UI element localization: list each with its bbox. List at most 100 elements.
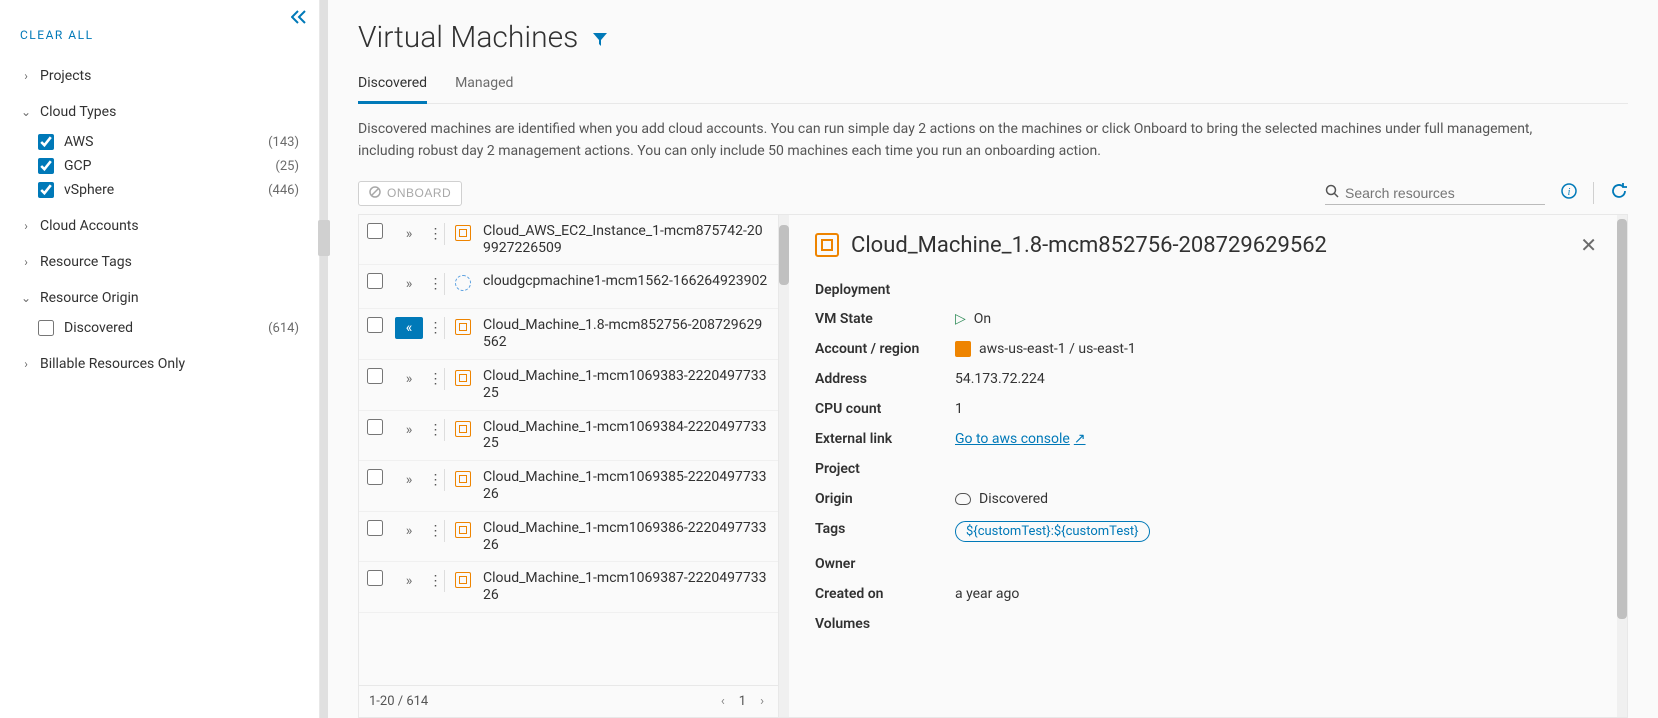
row-checkbox[interactable] <box>367 317 383 333</box>
origin-value: Discovered <box>979 491 1048 507</box>
tab-discovered[interactable]: Discovered <box>358 67 427 104</box>
aws-icon <box>955 341 971 357</box>
row-label: Cloud_Machine_1.8-mcm852756-208729629562 <box>475 317 770 351</box>
filter-item: GCP(25) <box>38 154 299 178</box>
vm-icon <box>455 471 471 487</box>
filter-group-header[interactable]: ›Cloud Accounts <box>20 214 299 238</box>
tag-pill[interactable]: ${customTest}:${customTest} <box>955 521 1150 542</box>
project-label: Project <box>815 461 955 477</box>
row-menu-icon[interactable]: ⋮ <box>427 368 445 390</box>
filter-group-label: Resource Origin <box>40 290 139 306</box>
expand-row-icon[interactable]: » <box>395 419 423 441</box>
ext-link-label: External link <box>815 431 955 447</box>
filter-group-header[interactable]: ›Projects <box>20 64 299 88</box>
onboard-label: ONBOARD <box>387 186 451 200</box>
filter-icon[interactable] <box>592 31 608 51</box>
tab-managed[interactable]: Managed <box>455 67 513 103</box>
detail-scrollbar[interactable] <box>1617 215 1627 717</box>
filter-group-header[interactable]: ›Billable Resources Only <box>20 352 299 376</box>
created-value: a year ago <box>955 586 1019 602</box>
row-menu-icon[interactable]: ⋮ <box>427 317 445 339</box>
filter-group-label: Resource Tags <box>40 254 132 270</box>
row-checkbox[interactable] <box>367 520 383 536</box>
table-row[interactable]: »⋮Cloud_Machine_1-mcm1069383-22204977332… <box>359 360 778 411</box>
row-checkbox[interactable] <box>367 273 383 289</box>
expand-row-icon[interactable]: » <box>395 570 423 592</box>
row-checkbox[interactable] <box>367 469 383 485</box>
filter-item-label: GCP <box>64 158 91 174</box>
vm-icon <box>455 572 471 588</box>
expand-row-icon[interactable]: » <box>395 273 423 295</box>
collapse-sidebar-icon[interactable] <box>291 10 307 28</box>
table-scrollbar[interactable] <box>779 215 789 717</box>
search-input[interactable] <box>1345 185 1545 201</box>
main-content: Virtual Machines DiscoveredManaged Disco… <box>328 0 1658 718</box>
search-icon <box>1325 184 1339 202</box>
filter-checkbox[interactable] <box>38 320 54 336</box>
row-checkbox[interactable] <box>367 570 383 586</box>
tags-label: Tags <box>815 521 955 542</box>
pager: 1-20 / 614 ‹ 1 › <box>359 685 778 717</box>
splitter-handle[interactable] <box>318 220 330 256</box>
filter-checkbox[interactable] <box>38 134 54 150</box>
created-label: Created on <box>815 586 955 602</box>
pager-prev-icon[interactable]: ‹ <box>717 692 729 711</box>
search-input-wrap <box>1325 182 1545 205</box>
table-row[interactable]: »⋮Cloud_Machine_1-mcm1069386-22204977332… <box>359 512 778 563</box>
row-menu-icon[interactable]: ⋮ <box>427 469 445 491</box>
chevron-right-icon: › <box>20 357 32 371</box>
filter-item-count: (614) <box>268 321 299 336</box>
filter-group-label: Cloud Types <box>40 104 116 120</box>
chevron-down-icon: ⌄ <box>20 105 32 119</box>
ext-link[interactable]: Go to aws console↗ <box>955 431 1086 447</box>
expand-row-icon[interactable]: » <box>395 223 423 245</box>
table-row[interactable]: »⋮Cloud_Machine_1-mcm1069384-22204977332… <box>359 411 778 462</box>
chevron-right-icon: › <box>20 219 32 233</box>
filter-checkbox[interactable] <box>38 158 54 174</box>
filter-group-header[interactable]: ›Resource Tags <box>20 250 299 274</box>
filter-item-count: (143) <box>268 135 299 150</box>
play-icon: ▷ <box>955 311 966 327</box>
row-checkbox[interactable] <box>367 223 383 239</box>
expand-row-icon[interactable]: » <box>395 520 423 542</box>
table-row[interactable]: »⋮ Cloud_Machine_1-mcm1069385-22204977332… <box>359 461 778 512</box>
table-row[interactable]: »⋮cloudgcpmachine1-mcm1562-166264923902 <box>359 265 778 309</box>
filter-group-header[interactable]: ⌄ Cloud Types <box>20 100 299 124</box>
row-menu-icon[interactable]: ⋮ <box>427 520 445 542</box>
reload-icon[interactable] <box>1610 182 1628 204</box>
row-label: Cloud_AWS_EC2_Instance_1-mcm875742-20992… <box>475 223 770 257</box>
pager-next-icon[interactable]: › <box>756 692 768 711</box>
table-row[interactable]: »⋮ Cloud_Machine_1-mcm1069387-22204977332… <box>359 562 778 613</box>
table-row[interactable]: «⋮ Cloud_Machine_1.8-mcm852756-2087296295… <box>359 309 778 360</box>
row-checkbox[interactable] <box>367 419 383 435</box>
row-label: Cloud_Machine_1-mcm1069385-222049773326 <box>475 469 770 503</box>
row-menu-icon[interactable]: ⋮ <box>427 570 445 592</box>
machines-table: »⋮Cloud_AWS_EC2_Instance_1-mcm875742-209… <box>359 215 779 717</box>
row-label: Cloud_Machine_1-mcm1069387-222049773326 <box>475 570 770 604</box>
collapse-row-icon[interactable]: « <box>395 317 423 339</box>
vm-icon <box>815 233 839 257</box>
row-menu-icon[interactable]: ⋮ <box>427 223 445 245</box>
svg-text:i: i <box>1568 187 1571 198</box>
expand-row-icon[interactable]: » <box>395 368 423 390</box>
clear-all-button[interactable]: CLEAR ALL <box>20 12 299 52</box>
external-link-icon: ↗ <box>1074 431 1086 447</box>
expand-row-icon[interactable]: » <box>395 469 423 491</box>
onboard-button[interactable]: ONBOARD <box>358 181 462 206</box>
account-value: aws-us-east-1 / us-east-1 <box>979 341 1136 357</box>
ext-link-text: Go to aws console <box>955 431 1070 447</box>
row-menu-icon[interactable]: ⋮ <box>427 419 445 441</box>
address-value: 54.173.72.224 <box>955 371 1045 387</box>
splitter[interactable] <box>320 0 328 718</box>
filter-checkbox[interactable] <box>38 182 54 198</box>
filter-group-header[interactable]: ⌄ Resource Origin <box>20 286 299 310</box>
table-row[interactable]: »⋮ Cloud_AWS_EC2_Instance_1-mcm875742-209… <box>359 215 778 266</box>
cpu-value: 1 <box>955 401 963 417</box>
row-checkbox[interactable] <box>367 368 383 384</box>
info-icon[interactable]: i <box>1561 183 1577 203</box>
chevron-down-icon: ⌄ <box>20 291 32 305</box>
account-label: Account / region <box>815 341 955 357</box>
row-menu-icon[interactable]: ⋮ <box>427 273 445 295</box>
vm-icon <box>455 225 471 241</box>
close-icon[interactable]: ✕ <box>1580 233 1597 257</box>
